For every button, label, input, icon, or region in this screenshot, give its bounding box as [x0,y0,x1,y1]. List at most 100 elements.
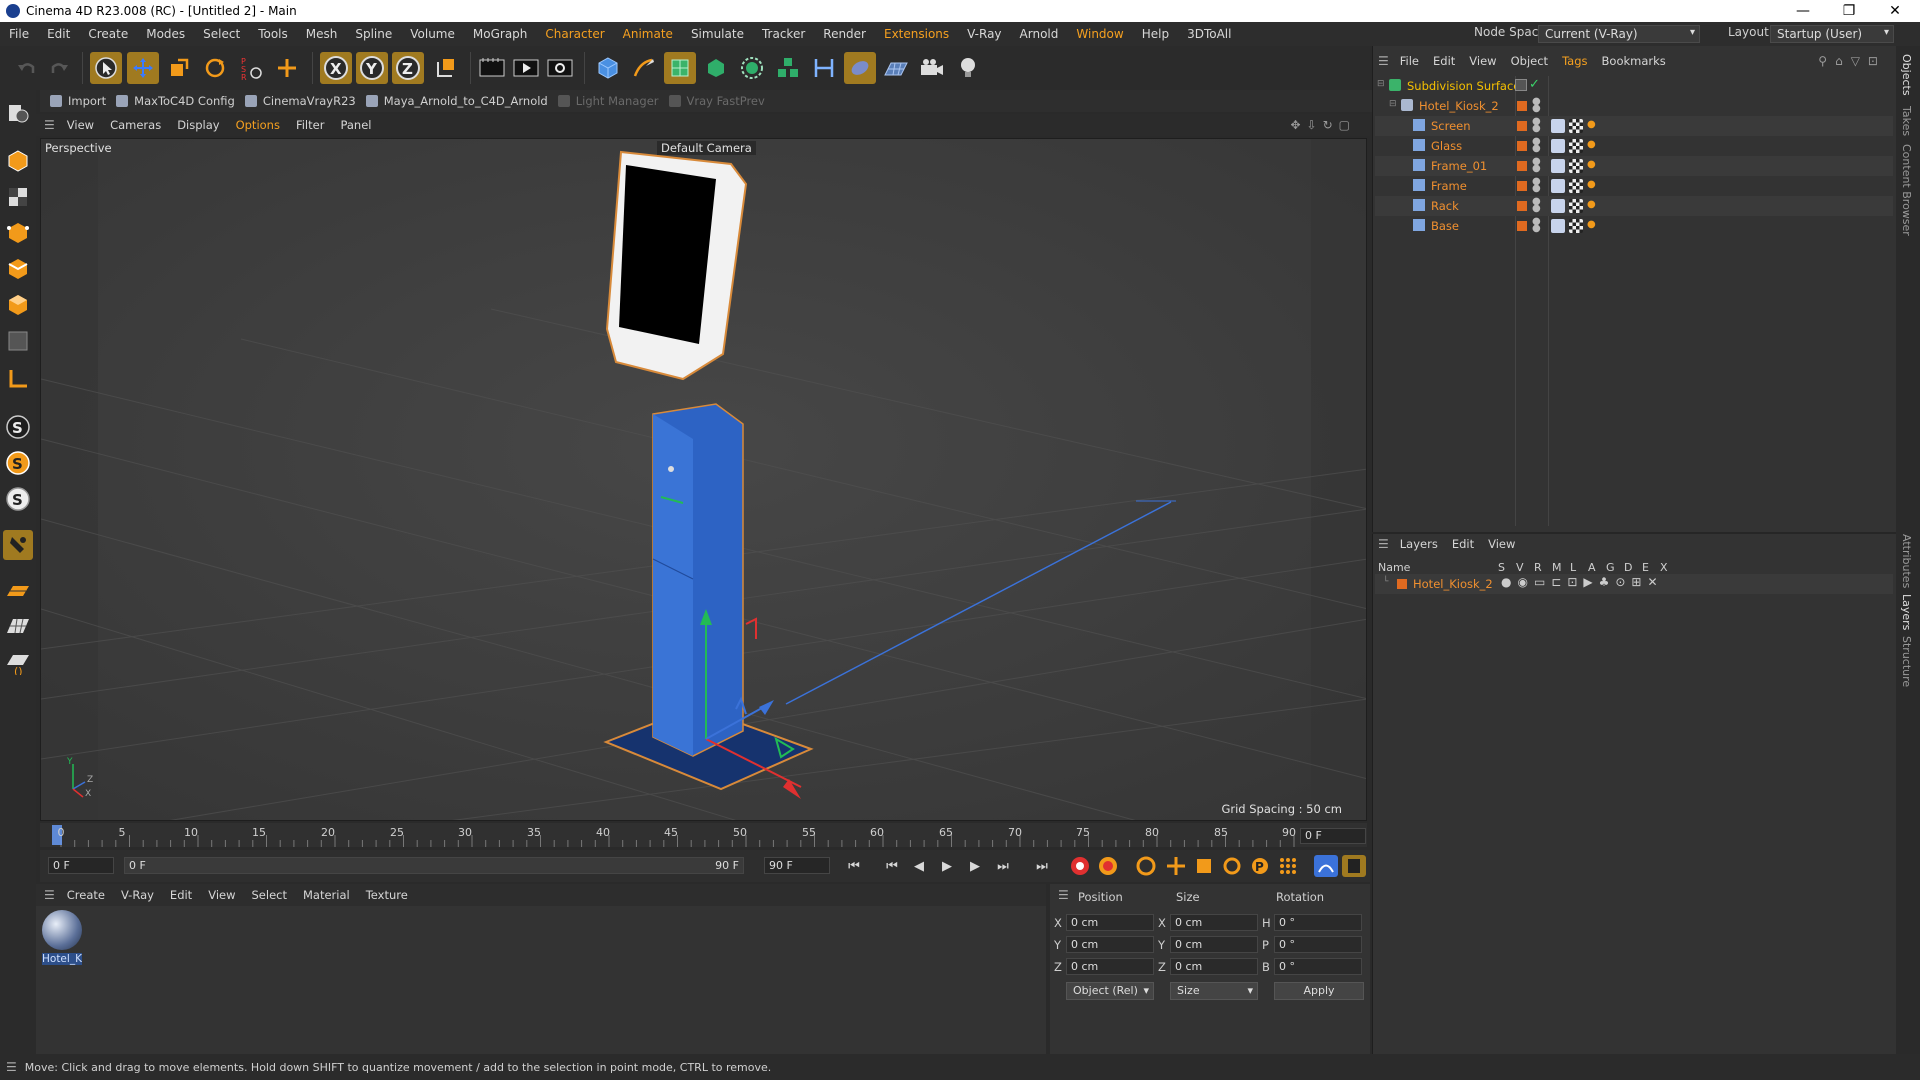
object-name[interactable]: Rack [1431,199,1459,213]
object-menu-tags[interactable]: Tags [1555,54,1594,68]
timeline-ruler[interactable] [40,823,1367,847]
layer-color-swatch[interactable] [1517,101,1527,111]
menu-file[interactable]: File [0,27,38,41]
material-manager-area[interactable]: Hotel_Ki [36,906,1046,1054]
viewport-menu-options[interactable]: Options [228,118,288,132]
frame-range-slider[interactable]: 0 F 90 F [124,857,744,874]
hamburger-icon[interactable]: ☰ [44,118,55,132]
layer-color-swatch[interactable] [1517,201,1527,211]
layer-menu-layers[interactable]: Layers [1393,537,1445,551]
pen-spline-button[interactable] [628,52,660,84]
hamburger-icon[interactable]: ☰ [1378,537,1389,551]
menu-render[interactable]: Render [814,27,875,41]
floor-object-button[interactable] [880,52,912,84]
uvw-tag-icon[interactable] [1569,159,1583,173]
material-menu-create[interactable]: Create [59,888,113,902]
auto-keying-button[interactable] [1096,855,1120,877]
polygon-mode-button[interactable] [3,290,33,320]
layer-row[interactable]: └ Hotel_Kiosk_2 ●◉▭⊏⊡▶♣⊙⊞✕ [1375,574,1893,594]
object-menu-edit[interactable]: Edit [1426,54,1462,68]
layer-name[interactable]: Hotel_Kiosk_2 [1413,577,1493,591]
start-frame-field[interactable]: 0 F [48,857,114,874]
menu-help[interactable]: Help [1133,27,1178,41]
deformer-button[interactable] [808,52,840,84]
cinemavray-button[interactable]: CinemaVrayR23 [244,94,356,108]
visibility-dots-icon[interactable]: ● ● [1532,97,1541,114]
menu-edit[interactable]: Edit [38,27,79,41]
object-row-screen[interactable]: Screen ● ● ● [1375,116,1893,136]
object-menu-file[interactable]: File [1393,54,1426,68]
motion-system-button[interactable] [1342,855,1366,877]
coordinate-system-button[interactable] [430,52,462,84]
uvw-tag-icon[interactable] [1569,199,1583,213]
light-object-button[interactable] [952,52,984,84]
layer-color-swatch[interactable] [1517,161,1527,171]
visibility-dots-icon[interactable]: ● ● [1532,157,1541,174]
undo-button[interactable] [10,52,42,84]
next-keyframe-icon[interactable]: ⏭ [991,855,1015,877]
point-mode-button[interactable] [3,218,33,248]
menu-3dtoall[interactable]: 3DToAll [1178,27,1240,41]
visibility-dots-icon[interactable]: ● ● [1532,217,1541,234]
array-generator-button[interactable] [700,52,732,84]
material-tag-icon[interactable]: ● [1587,219,1601,233]
object-row-frame[interactable]: Frame ● ● ● [1375,176,1893,196]
close-button[interactable]: ✕ [1872,0,1918,22]
viewport-navigation-icons[interactable]: ✥⇩↻▢ [1290,118,1356,132]
scale-tool-button[interactable] [163,52,195,84]
3d-viewport[interactable]: Perspective Default Camera Grid Spacing … [40,138,1367,821]
key-pla-button[interactable] [1276,855,1300,877]
object-row-frame-01[interactable]: Frame_01 ● ● ● [1375,156,1893,176]
x-axis-lock-button[interactable]: X [320,52,352,84]
field-button[interactable] [844,52,876,84]
rotation-b-field[interactable]: 0 ° [1274,958,1362,975]
render-to-picture-viewer-button[interactable] [510,52,542,84]
size-y-field[interactable]: 0 cm [1170,936,1258,953]
layer-color-swatch[interactable] [1397,579,1407,589]
position-z-field[interactable]: 0 cm [1066,958,1154,975]
phong-tag-icon[interactable] [1551,219,1565,233]
phong-tag-icon[interactable] [1551,159,1565,173]
locked-workplane-button[interactable]: () [3,648,33,678]
object-menu-bookmarks[interactable]: Bookmarks [1595,54,1673,68]
layer-color-swatch[interactable] [1517,141,1527,151]
vray-fastprev-button[interactable]: Vray FastPrev [668,94,765,108]
workplane-snap-button[interactable]: S [3,484,33,514]
menu-create[interactable]: Create [79,27,137,41]
menu-animate[interactable]: Animate [614,27,682,41]
camera-object-button[interactable] [916,52,948,84]
key-parameter-button[interactable]: P [1248,855,1272,877]
uv-mode-button[interactable] [3,326,33,356]
uvw-tag-icon[interactable] [1569,139,1583,153]
material-menu-select[interactable]: Select [244,888,295,902]
maxtoc4d-config-button[interactable]: MaxToC4D Config [116,94,235,108]
menu-tools[interactable]: Tools [249,27,297,41]
light-manager-button[interactable]: Light Manager [557,94,659,108]
psr-tool-button[interactable]: PSR [235,52,267,84]
visibility-dots-icon[interactable]: ● ● [1532,197,1541,214]
record-keys-button[interactable] [1068,855,1092,877]
apply-button[interactable]: Apply [1274,982,1364,1000]
viewport-camera-label[interactable]: Default Camera [657,141,756,155]
menu-simulate[interactable]: Simulate [682,27,753,41]
phong-tag-icon[interactable] [1551,119,1565,133]
maya-arnold-button[interactable]: Maya_Arnold_to_C4D_Arnold [365,94,548,108]
play-icon[interactable]: ▶ [935,855,959,877]
menu-modes[interactable]: Modes [137,27,194,41]
menu-volume[interactable]: Volume [401,27,464,41]
layer-menu-edit[interactable]: Edit [1445,537,1481,551]
key-scale-button[interactable] [1192,855,1216,877]
viewport-projection-label[interactable]: Perspective [45,141,112,155]
rotation-h-field[interactable]: 0 ° [1274,914,1362,931]
material-menu-view[interactable]: View [200,888,243,902]
object-name[interactable]: Screen [1431,119,1471,133]
layout-dropdown[interactable]: Startup (User) ▾ [1770,25,1894,43]
object-name[interactable]: Frame [1431,179,1467,193]
uvw-tag-icon[interactable] [1569,219,1583,233]
viewport-menu-panel[interactable]: Panel [332,118,379,132]
maximize-button[interactable]: ❐ [1826,0,1872,22]
material-tag-icon[interactable]: ● [1587,119,1601,133]
move-tool-button[interactable] [127,52,159,84]
minimize-button[interactable]: — [1780,0,1826,22]
material-thumbnail[interactable]: Hotel_Ki [42,910,82,966]
